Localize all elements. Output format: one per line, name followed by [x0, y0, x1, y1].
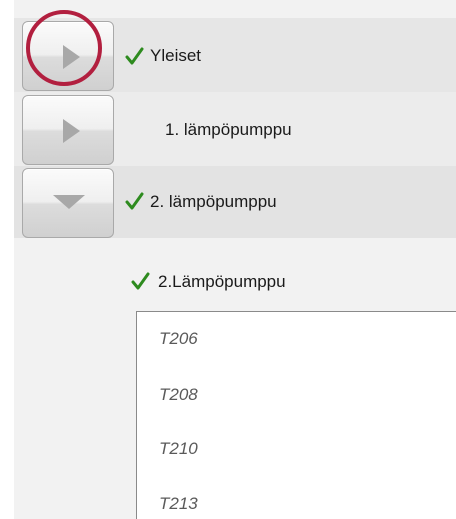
collapse-button-2-lampopumppu[interactable] — [22, 168, 114, 238]
tree-item-label-1-lampopumppu: 1. lämpöpumppu — [165, 120, 292, 139]
check-icon — [125, 47, 144, 65]
tree-item-label-2-lampopumppu: 2. lämpöpumppu — [150, 192, 277, 211]
list-item[interactable]: T210 — [159, 439, 198, 459]
list-item[interactable]: T208 — [159, 385, 198, 405]
expand-button-yleiset[interactable] — [22, 21, 114, 91]
subsection-label: 2.Lämpöpumppu — [158, 272, 286, 291]
chevron-down-icon — [53, 195, 85, 209]
tree-item-label-yleiset: Yleiset — [150, 46, 202, 65]
expand-button-1-lampopumppu[interactable] — [22, 95, 114, 165]
list-item[interactable]: T206 — [159, 329, 198, 349]
chevron-right-icon — [63, 119, 80, 143]
check-icon — [125, 192, 144, 210]
sensor-list[interactable]: T206 T208 T210 T213 — [136, 311, 456, 519]
list-item[interactable]: T213 — [159, 494, 198, 514]
check-icon — [131, 272, 150, 290]
chevron-right-icon — [63, 45, 80, 69]
